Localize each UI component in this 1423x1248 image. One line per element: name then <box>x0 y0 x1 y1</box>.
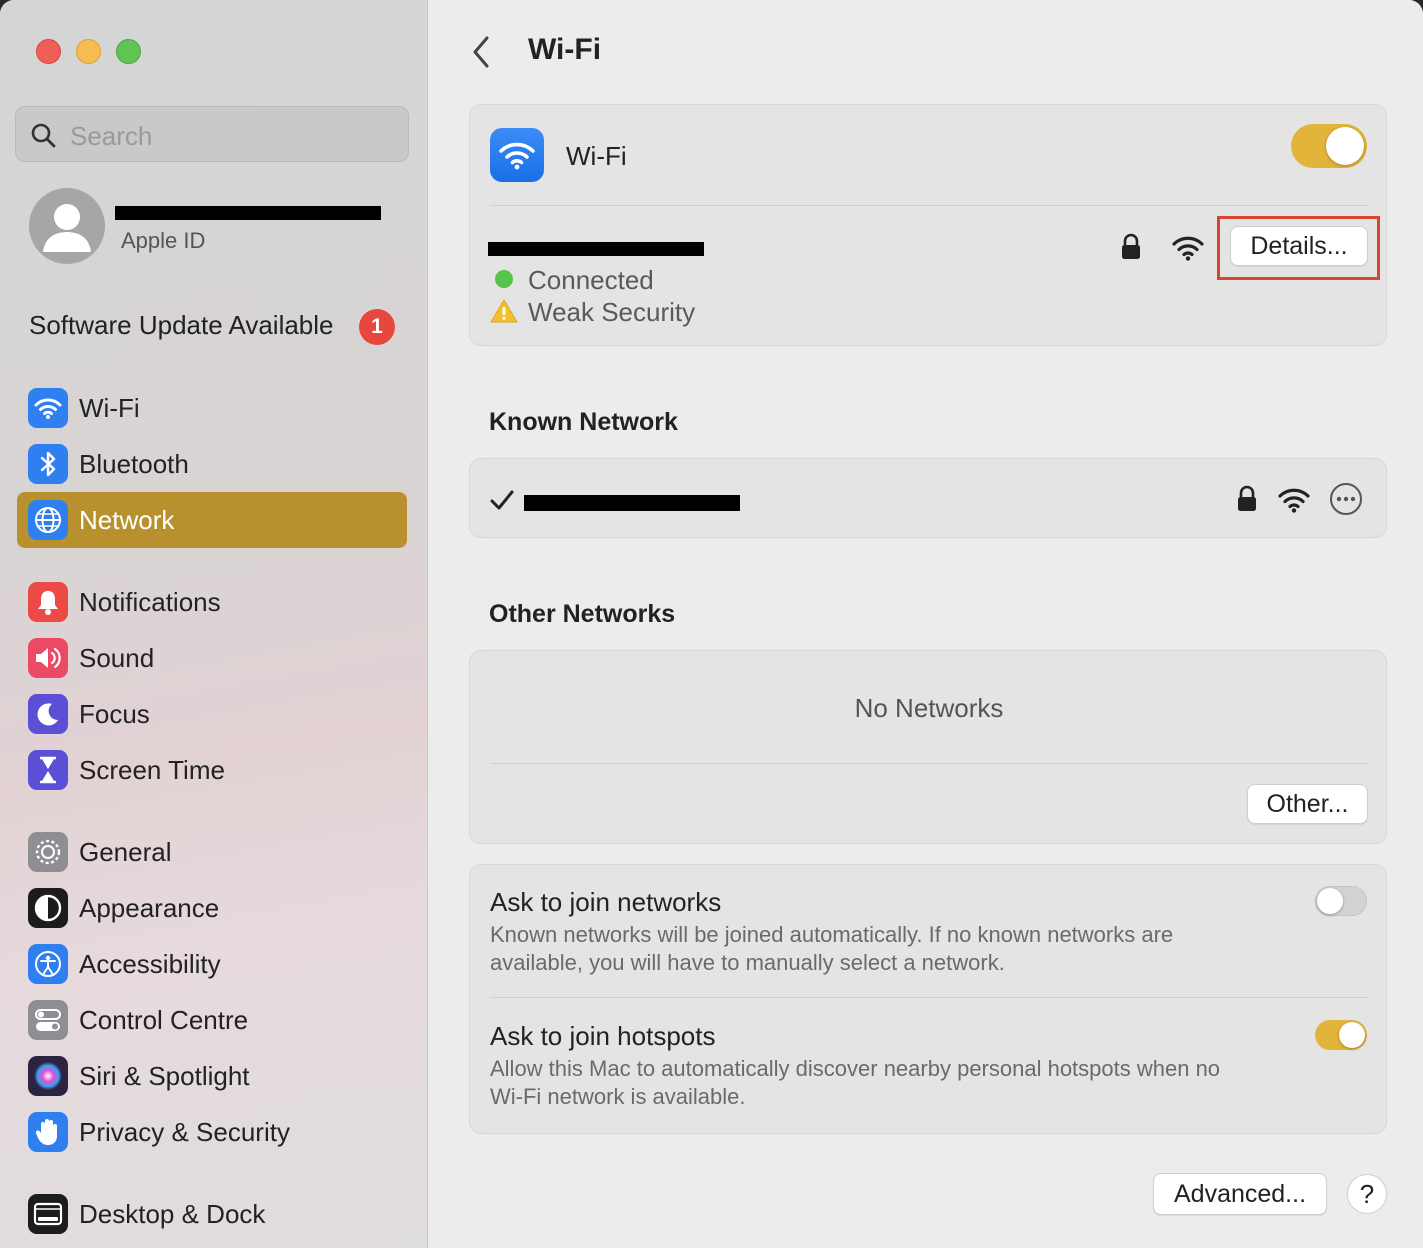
sidebar-item-general[interactable]: General <box>17 824 407 880</box>
wifi-toggle[interactable] <box>1291 124 1367 168</box>
ask-join-networks-desc-line2: available, you will have to manually sel… <box>490 950 1005 975</box>
ask-join-networks-toggle[interactable] <box>1315 886 1367 916</box>
ask-join-hotspots-desc-line1: Allow this Mac to automatically discover… <box>490 1056 1221 1081</box>
ask-join-hotspots-desc-line2: Wi-Fi network is available. <box>490 1084 746 1109</box>
sidebar-item-network[interactable]: Network <box>17 492 407 548</box>
sidebar-item-label: Desktop & Dock <box>79 1199 266 1229</box>
person-icon <box>43 204 91 252</box>
zoom-window-button[interactable] <box>116 39 141 64</box>
sidebar-item-label: Wi-Fi <box>79 393 140 423</box>
advanced-button[interactable]: Advanced... <box>1153 1173 1327 1215</box>
sidebar-item-wifi[interactable]: Wi-Fi <box>17 380 407 436</box>
hand-icon <box>28 1112 68 1152</box>
bell-icon <box>28 582 68 622</box>
highlight-box <box>1217 216 1380 280</box>
sidebar-item-accessibility[interactable]: Accessibility <box>17 936 407 992</box>
sidebar-item-control-centre[interactable]: Control Centre <box>17 992 407 1048</box>
sidebar-item-label: Accessibility <box>79 949 221 979</box>
other-networks-card: No Networks Other... <box>469 650 1387 844</box>
wifi-icon <box>28 388 68 428</box>
sidebar-item-privacy-security[interactable]: Privacy & Security <box>17 1104 407 1160</box>
hourglass-icon <box>28 750 68 790</box>
sidebar-item-focus[interactable]: Focus <box>17 686 407 742</box>
help-button[interactable]: ? <box>1347 1174 1387 1214</box>
update-count-badge: 1 <box>359 309 395 345</box>
sidebar-item-desktop-dock[interactable]: Desktop & Dock <box>17 1186 407 1242</box>
sidebar-item-label: Bluetooth <box>79 449 189 479</box>
lock-icon <box>1238 485 1256 511</box>
wifi-signal-icon <box>1172 236 1204 261</box>
ask-join-hotspots-toggle[interactable] <box>1315 1020 1367 1050</box>
sidebar-item-screen-time[interactable]: Screen Time <box>17 742 407 798</box>
sidebar-item-label: Sound <box>79 643 155 673</box>
ask-join-hotspots-label: Ask to join hotspots <box>490 1021 716 1051</box>
ask-join-networks-label: Ask to join networks <box>490 887 722 917</box>
search-placeholder: Search <box>70 121 153 151</box>
back-button[interactable] <box>467 34 497 70</box>
accessibility-icon <box>28 944 68 984</box>
appearance-icon <box>28 888 68 928</box>
known-network-title: Known Network <box>489 408 678 436</box>
siri-icon <box>28 1056 68 1096</box>
sidebar-item-appearance[interactable]: Appearance <box>17 880 407 936</box>
apple-id-label: Apple ID <box>121 228 206 253</box>
sidebar-item-label: Control Centre <box>79 1005 249 1035</box>
sidebar-item-label: Screen Time <box>79 755 225 785</box>
redacted-account-name <box>115 206 381 220</box>
checkmark-icon <box>490 490 514 510</box>
sidebar-item-label: Notifications <box>79 587 221 617</box>
chevron-left-icon <box>473 36 489 68</box>
redacted-network-name <box>488 242 704 256</box>
sidebar-item-label: Focus <box>79 699 150 729</box>
wifi-signal-icon <box>1278 488 1310 513</box>
sidebar-item-label: Network <box>79 505 175 535</box>
security-status: Weak Security <box>528 297 696 327</box>
lock-icon <box>1122 233 1140 259</box>
divider <box>490 205 1368 206</box>
search-field[interactable]: Search <box>15 106 409 162</box>
globe-icon <box>28 500 68 540</box>
join-settings-card: Ask to join networks Known networks will… <box>469 864 1387 1134</box>
main-pane: Wi-Fi Wi-Fi Connected Weak Security Deta… <box>429 0 1423 1248</box>
sidebar-item-notifications[interactable]: Notifications <box>17 574 407 630</box>
other-button[interactable]: Other... <box>1247 784 1368 824</box>
system-settings-window: Search Apple ID Software Update Availabl… <box>0 0 1423 1248</box>
apple-id-account[interactable]: Apple ID <box>29 188 409 264</box>
connected-status: Connected <box>528 265 654 295</box>
close-window-button[interactable] <box>36 39 61 64</box>
search-icon <box>31 123 56 148</box>
sidebar-item-sound[interactable]: Sound <box>17 630 407 686</box>
divider <box>490 763 1368 764</box>
gear-icon <box>28 832 68 872</box>
control-centre-icon <box>28 1000 68 1040</box>
sidebar-item-label: General <box>79 837 172 867</box>
dock-icon <box>28 1194 68 1234</box>
speaker-icon <box>28 638 68 678</box>
avatar <box>29 188 105 264</box>
more-options-icon[interactable] <box>1329 482 1363 516</box>
bluetooth-icon <box>28 444 68 484</box>
sidebar-item-label: Privacy & Security <box>79 1117 290 1147</box>
sidebar-item-siri-spotlight[interactable]: Siri & Spotlight <box>17 1048 407 1104</box>
page-title: Wi-Fi <box>528 33 602 66</box>
divider <box>490 997 1368 998</box>
known-network-card[interactable] <box>469 458 1387 538</box>
moon-icon <box>28 694 68 734</box>
no-networks-label: No Networks <box>854 693 1004 723</box>
sidebar-item-label: Appearance <box>79 893 220 923</box>
minimize-window-button[interactable] <box>76 39 101 64</box>
wifi-label: Wi-Fi <box>566 141 627 171</box>
sidebar-item-bluetooth[interactable]: Bluetooth <box>17 436 407 492</box>
sidebar-item-label: Siri & Spotlight <box>79 1061 250 1091</box>
wifi-icon <box>490 128 544 182</box>
sidebar: Search Apple ID Software Update Availabl… <box>0 0 428 1248</box>
redacted-known-network-name <box>524 495 740 511</box>
warning-icon <box>490 299 518 323</box>
ask-join-networks-desc-line1: Known networks will be joined automatica… <box>490 922 1174 947</box>
software-update-link[interactable]: Software Update Available <box>29 310 334 341</box>
connected-status-dot <box>495 270 513 288</box>
other-networks-title: Other Networks <box>489 600 676 628</box>
